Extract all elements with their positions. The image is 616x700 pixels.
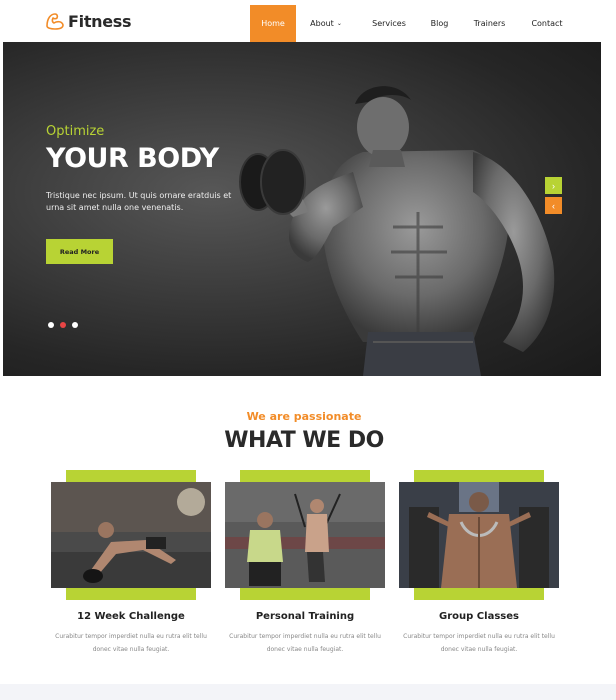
main-nav: Home About ⌄ Services Blog Trainers Conta… <box>250 5 572 42</box>
nav-trainers-label: Trainers <box>473 19 506 28</box>
hero-title: YOUR BODY <box>46 143 219 174</box>
hero-description: Tristique nec ipsum. Ut quis ornare erat… <box>46 191 232 212</box>
card-description: Curabitur tempor imperdiet nulla eu rutr… <box>55 633 207 653</box>
slider-next-button[interactable]: › <box>545 177 562 194</box>
nav-home-label: Home <box>261 19 285 28</box>
slider-prev-button[interactable]: ‹ <box>545 197 562 214</box>
chevron-left-icon: ‹ <box>552 200 555 211</box>
hero-subtitle: Optimize <box>46 124 105 139</box>
slider-dot-3[interactable] <box>72 322 78 328</box>
section-title: WHAT WE DO <box>224 428 384 453</box>
read-more-button[interactable]: Read More <box>46 239 113 264</box>
card-title: Personal Training <box>255 611 355 622</box>
nav-trainers[interactable]: Trainers <box>457 5 522 42</box>
card-description: Curabitur tempor imperdiet nulla eu rutr… <box>403 633 555 653</box>
nav-blog-label: Blog <box>430 19 449 28</box>
challenge-image <box>51 482 211 588</box>
card-description: Curabitur tempor imperdiet nulla eu rutr… <box>229 633 381 653</box>
slider-dot-2[interactable] <box>60 322 66 328</box>
group-classes-image <box>399 482 559 588</box>
site-header: Fitness Home About ⌄ Services Blog Traine… <box>0 0 616 42</box>
personal-training-image <box>225 482 385 588</box>
chevron-down-icon: ⌄ <box>336 20 342 27</box>
nav-about-label: About <box>310 19 334 28</box>
slider-dot-1[interactable] <box>48 322 54 328</box>
nav-services[interactable]: Services <box>356 5 422 42</box>
nav-about[interactable]: About ⌄ <box>296 5 356 42</box>
logo[interactable]: Fitness <box>44 8 132 34</box>
slider-dots <box>48 322 78 328</box>
bicep-logo-icon <box>46 13 64 30</box>
chevron-right-icon: › <box>552 180 555 191</box>
next-section-strip <box>0 684 616 700</box>
nav-home[interactable]: Home <box>250 5 296 42</box>
nav-blog[interactable]: Blog <box>422 5 457 42</box>
card-title: 12 Week Challenge <box>77 611 185 622</box>
nav-contact[interactable]: Contact <box>522 5 572 42</box>
card-title: Group Classes <box>439 611 519 622</box>
hero-slider: Optimize YOUR BODY Tristique nec ipsum. … <box>3 42 601 376</box>
brand-name: Fitness <box>68 11 132 31</box>
nav-services-label: Services <box>372 19 406 28</box>
section-subtitle: We are passionate <box>246 410 362 423</box>
nav-contact-label: Contact <box>531 19 563 28</box>
